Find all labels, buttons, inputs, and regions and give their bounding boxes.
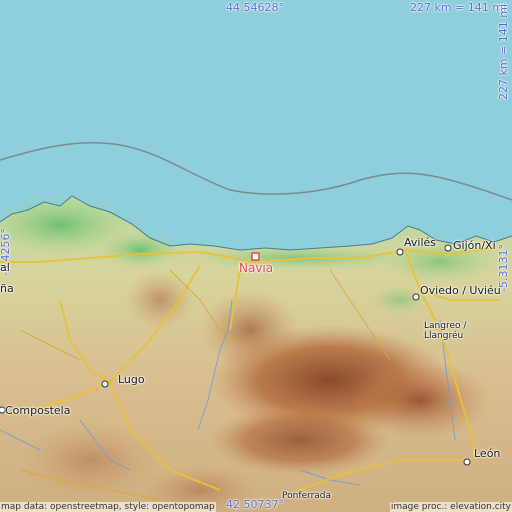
city-label-ponferrada[interactable]: Ponferrada [282,491,331,501]
gijon-marker [444,244,452,252]
city-label-oviedo[interactable]: Oviedo / Uviéu [420,285,501,297]
north-coordinate-label: 44.54628° [226,1,284,14]
terrain-layer [0,0,512,512]
city-label-gijon[interactable]: Gijón/Xi [453,240,496,252]
city-label-aviles[interactable]: Avilés [404,237,436,249]
leon-marker [463,458,471,466]
image-credit: image proc.: elevation.city [389,502,512,512]
city-label-langreu[interactable]: Llangréu [424,331,463,341]
city-label-navia[interactable]: Navia [239,262,273,274]
city-label-langreo[interactable]: Langreo / [424,321,466,331]
aviles-marker [396,248,404,256]
map-credit: map data: openstreetmap, style: opentopo… [0,502,216,512]
city-label-left-edge-b[interactable]: ña [0,283,14,295]
oviedo-marker [412,293,420,301]
lugo-marker [101,380,109,388]
city-label-leon[interactable]: León [474,448,500,460]
scale-label-top: 227 km = 141 mi [410,1,507,14]
south-coordinate-label: 42.50737° [226,498,284,511]
map-canvas[interactable]: 44.54628° 227 km = 141 mi 227 km = 141 m… [0,0,512,512]
scale-label-right: 227 km = 141 mi [497,3,510,100]
city-label-lugo[interactable]: Lugo [118,374,145,386]
city-label-compostela[interactable]: Compostela [5,405,70,417]
city-label-left-edge-a[interactable]: al [0,262,10,274]
navia-marker [251,252,260,261]
